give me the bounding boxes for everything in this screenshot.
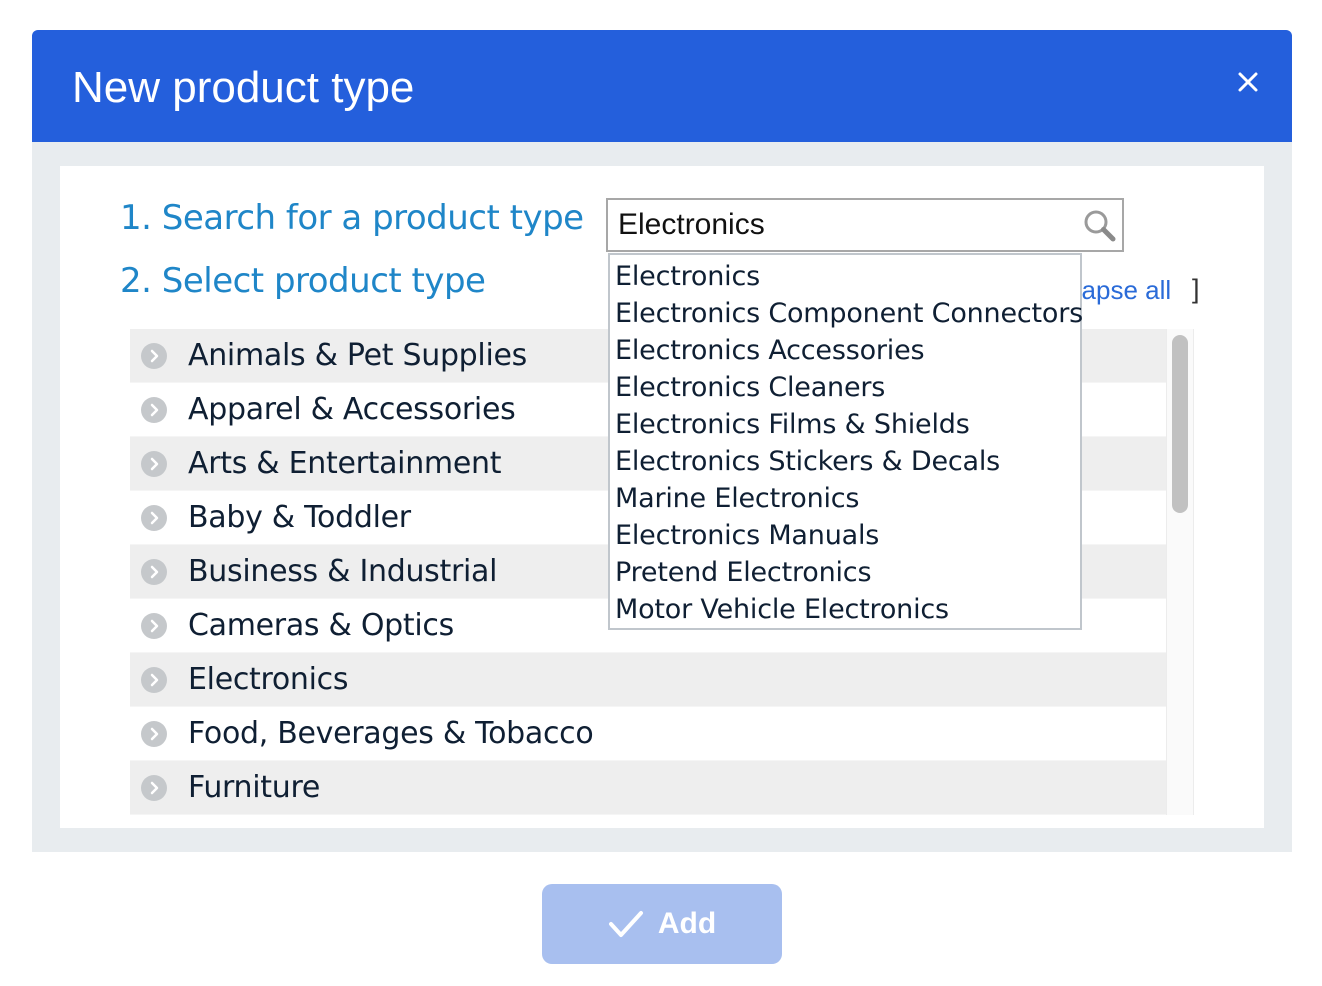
category-row[interactable]: Food, Beverages & Tobacco: [130, 707, 1166, 761]
category-row[interactable]: Electronics: [130, 653, 1166, 707]
category-label: Animals & Pet Supplies: [188, 338, 527, 373]
tree-controls-bracket: ]: [1192, 274, 1200, 304]
category-label: Business & Industrial: [188, 554, 498, 589]
search-input[interactable]: [608, 200, 1068, 250]
category-label: Apparel & Accessories: [188, 392, 516, 427]
category-row[interactable]: Furniture: [130, 761, 1166, 815]
suggestion-item[interactable]: Marine Electronics: [610, 480, 1080, 517]
search-icon[interactable]: [1082, 208, 1118, 244]
add-button-label: Add: [657, 907, 717, 940]
close-button[interactable]: [1232, 66, 1264, 98]
search-step-label: 1. Search for a product type: [120, 198, 584, 238]
suggestion-item[interactable]: Electronics Manuals: [610, 517, 1080, 554]
scrollbar-thumb[interactable]: [1172, 335, 1188, 513]
collapse-all-link[interactable]: llapse all: [1070, 275, 1171, 306]
expand-arrow-icon[interactable]: [140, 504, 168, 532]
suggestion-item[interactable]: Electronics Stickers & Decals: [610, 443, 1080, 480]
suggestion-item[interactable]: Motor Vehicle Electronics: [610, 591, 1080, 628]
category-label: Electronics: [188, 662, 349, 697]
category-label: Cameras & Optics: [188, 608, 454, 643]
tree-scrollbar[interactable]: [1166, 329, 1194, 815]
search-suggestions-dropdown: Electronics Electronics Component Connect…: [608, 253, 1083, 630]
category-label: Furniture: [188, 770, 320, 805]
expand-arrow-icon[interactable]: [140, 450, 168, 478]
expand-arrow-icon[interactable]: [140, 720, 168, 748]
suggestion-item[interactable]: Electronics Component Connectors: [610, 295, 1083, 332]
expand-arrow-icon[interactable]: [140, 612, 168, 640]
checkmark-icon: [608, 911, 643, 937]
expand-arrow-icon[interactable]: [140, 342, 168, 370]
expand-arrow-icon[interactable]: [140, 558, 168, 586]
product-type-search: [606, 198, 1124, 252]
add-button[interactable]: Add: [542, 884, 782, 964]
suggestion-item[interactable]: Electronics Films & Shields: [610, 406, 1080, 443]
expand-arrow-icon[interactable]: [140, 774, 168, 802]
suggestion-item[interactable]: Electronics: [610, 258, 1080, 295]
expand-arrow-icon[interactable]: [140, 666, 168, 694]
category-label: Arts & Entertainment: [188, 446, 502, 481]
close-icon: [1238, 72, 1258, 92]
category-label: Baby & Toddler: [188, 500, 411, 535]
dialog-title: New product type: [72, 63, 415, 112]
expand-arrow-icon[interactable]: [140, 396, 168, 424]
suggestion-item[interactable]: Pretend Electronics: [610, 554, 1080, 591]
suggestion-item[interactable]: Electronics Cleaners: [610, 369, 1080, 406]
category-label: Food, Beverages & Tobacco: [188, 716, 594, 751]
dialog-header: New product type: [32, 30, 1292, 142]
select-step-label: 2. Select product type: [120, 261, 486, 301]
suggestion-item[interactable]: Electronics Accessories: [610, 332, 1080, 369]
